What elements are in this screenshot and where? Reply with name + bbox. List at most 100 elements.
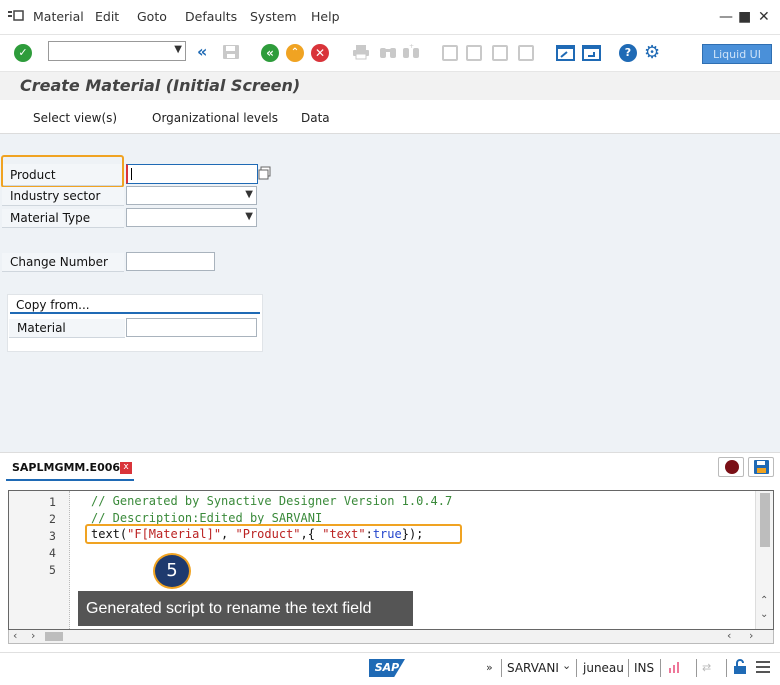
find-icon[interactable] (379, 44, 397, 60)
chevron-down-icon[interactable]: ⌄ (562, 659, 571, 672)
line-number: 3 (49, 529, 56, 543)
code-end: }); (401, 527, 424, 541)
menu-icon[interactable] (8, 10, 24, 22)
copy-material-label-text: Material (17, 321, 66, 335)
vertical-scrollbar[interactable]: ⌃ ⌄ (755, 491, 773, 629)
industry-sector-select[interactable]: ▼ (126, 186, 257, 205)
find-next-icon[interactable]: + (402, 43, 420, 60)
copy-material-label: Material (9, 319, 125, 338)
settings-icon[interactable]: ⚙ (644, 42, 660, 63)
shortcut-icon[interactable] (582, 44, 602, 62)
minimize-icon[interactable]: — (719, 9, 733, 25)
line-number: 2 (49, 512, 56, 526)
scroll-up-icon[interactable]: ⌃ (760, 595, 768, 606)
status-server: juneau (583, 661, 624, 675)
data-button[interactable]: Data (301, 111, 330, 125)
code-line-1: // Generated by Synactive Designer Versi… (91, 494, 453, 508)
expand-status-icon[interactable]: » (486, 661, 493, 674)
record-icon (725, 460, 739, 474)
previous-page-icon[interactable] (466, 45, 482, 61)
value-help-icon[interactable] (258, 166, 272, 180)
code-fn: text( (91, 527, 128, 541)
scroll-left-icon[interactable]: ‹ (13, 629, 17, 642)
exit-icon[interactable]: ⌃ (286, 44, 304, 62)
status-user: SARVANI (507, 661, 559, 675)
menu-help[interactable]: Help (311, 9, 340, 24)
callout-caption: Generated script to rename the text fiel… (78, 591, 413, 626)
application-toolbar: Select view(s) Organizational levels Dat… (0, 101, 780, 134)
material-type-label: Material Type (2, 209, 124, 228)
divider (696, 659, 697, 677)
industry-sector-label-text: Industry sector (10, 189, 101, 203)
print-icon[interactable] (352, 44, 370, 60)
select-views-button[interactable]: Select view(s) (33, 111, 117, 125)
copy-from-title: Copy from... (16, 298, 90, 312)
scroll-right-icon[interactable]: › (31, 629, 35, 642)
menu-material[interactable]: Material (33, 9, 84, 24)
code-arg2: "Product" (235, 527, 301, 541)
material-type-select[interactable]: ▼ (126, 208, 257, 227)
menu-edit[interactable]: Edit (95, 9, 119, 24)
floppy-icon (754, 460, 769, 474)
page-title: Create Material (Initial Screen) (20, 76, 301, 95)
scroll-right-end-icon[interactable]: › (749, 629, 753, 642)
code-key: "text" (322, 527, 366, 541)
scroll-down-icon[interactable]: ⌄ (760, 609, 768, 620)
performance-icon (668, 660, 682, 674)
first-page-icon[interactable] (442, 45, 458, 61)
code-sep2: ,{ (300, 527, 323, 541)
overflow-icon[interactable] (756, 661, 770, 673)
scroll-thumb[interactable] (760, 493, 770, 547)
last-page-icon[interactable] (518, 45, 534, 61)
chevron-down-icon[interactable]: ▼ (245, 211, 253, 222)
text-cursor (131, 168, 132, 180)
divider (628, 659, 629, 677)
new-session-icon[interactable] (556, 44, 576, 62)
editor-header: SAPLMGMM.E0060 x (0, 452, 780, 485)
status-bar: SAP » SARVANI ⌄ juneau INS ⇄ (0, 652, 780, 685)
divider (660, 659, 661, 677)
group-divider (10, 312, 260, 314)
menu-bar: Material Edit Goto Defaults System Help … (0, 0, 780, 35)
menu-defaults[interactable]: Defaults (185, 9, 237, 24)
menu-system[interactable]: System (250, 9, 297, 24)
menu-goto[interactable]: Goto (137, 9, 167, 24)
industry-sector-label: Industry sector (2, 187, 124, 206)
double-chevron-left-icon[interactable]: « (197, 42, 207, 61)
close-window-icon[interactable]: ✕ (758, 9, 770, 25)
line-number: 5 (49, 563, 56, 577)
chevron-down-icon[interactable]: ▼ (174, 44, 182, 55)
highlight-box (1, 155, 124, 188)
callout-number-badge: 5 (153, 553, 191, 589)
cancel-icon[interactable]: ✕ (311, 44, 329, 62)
chevron-down-icon[interactable]: ▼ (245, 189, 253, 200)
command-field[interactable]: ▼ (48, 41, 186, 61)
record-button[interactable] (718, 457, 744, 477)
enter-icon[interactable]: ✓ (14, 44, 32, 62)
back-icon[interactable]: « (261, 44, 279, 62)
sap-logo: SAP (369, 659, 405, 677)
code-sep1: , (221, 527, 236, 541)
save-icon[interactable] (222, 44, 240, 60)
liquid-ui-button[interactable]: Liquid UI (702, 44, 772, 64)
copy-material-input[interactable] (126, 318, 257, 337)
organizational-levels-button[interactable]: Organizational levels (152, 111, 278, 125)
scroll-left-end-icon[interactable]: ‹ (727, 629, 731, 642)
close-tab-icon[interactable]: x (120, 462, 132, 474)
unlock-icon[interactable] (733, 659, 747, 675)
horizontal-scrollbar[interactable]: ‹ › ‹ › (8, 629, 774, 644)
code-line-2: // Description:Edited by SARVANI (91, 511, 323, 525)
editor-save-button[interactable] (748, 457, 774, 477)
product-input[interactable] (126, 164, 258, 184)
change-number-input[interactable] (126, 252, 215, 271)
editor-tab-label: SAPLMGMM.E0060 (12, 461, 128, 474)
line-gutter (9, 491, 70, 629)
hscroll-thumb[interactable] (45, 632, 63, 641)
help-icon[interactable]: ? (619, 44, 637, 62)
next-page-icon[interactable] (492, 45, 508, 61)
code-line-3: text("F[Material]", "Product",{ "text":t… (91, 527, 423, 541)
change-number-label: Change Number (2, 253, 124, 272)
editor-tab[interactable]: SAPLMGMM.E0060 x (6, 457, 134, 481)
divider (501, 659, 502, 677)
maximize-icon[interactable]: ■ (738, 9, 751, 25)
